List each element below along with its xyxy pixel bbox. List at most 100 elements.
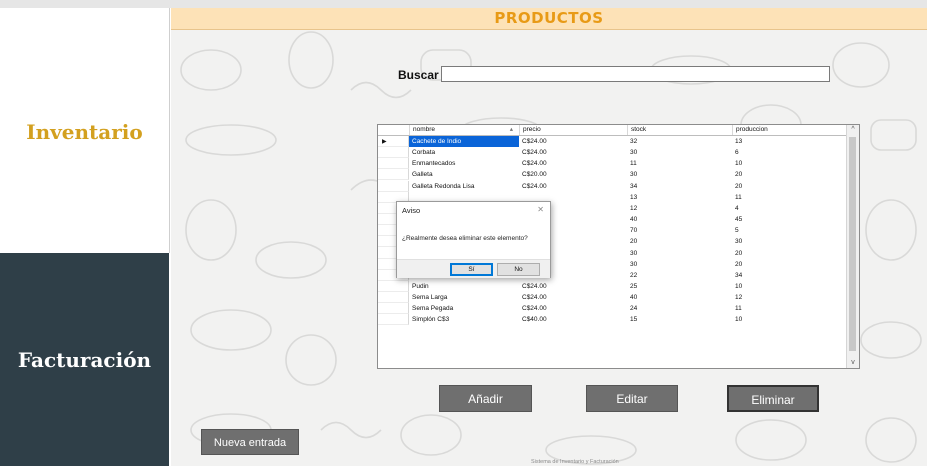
cell-precio[interactable]: C$40.00 (519, 314, 627, 325)
row-header[interactable] (378, 280, 409, 292)
row-header[interactable] (378, 169, 409, 181)
current-row-arrow-icon: ▶ (382, 139, 387, 145)
cell-nombre[interactable]: Galleta (409, 169, 519, 180)
cell-nombre[interactable]: Enmantecados (409, 158, 519, 169)
table-row[interactable]: Sema Pegada C$24.00 24 11 (378, 303, 846, 315)
cell-stock[interactable]: 34 (627, 181, 732, 192)
cell-stock[interactable]: 25 (627, 281, 732, 292)
cell-stock[interactable]: 40 (627, 214, 732, 225)
cell-produccion[interactable]: 20 (732, 181, 846, 192)
table-row[interactable]: Sema Larga C$24.00 40 12 (378, 292, 846, 304)
cell-precio[interactable]: C$24.00 (519, 136, 627, 147)
row-header[interactable] (378, 292, 409, 304)
delete-button[interactable]: Eliminar (727, 385, 819, 412)
cell-stock[interactable]: 11 (627, 158, 732, 169)
cell-nombre[interactable]: Simplón C$3 (409, 314, 519, 325)
table-row[interactable]: Galleta C$20.00 30 20 (378, 169, 846, 181)
scroll-down-icon[interactable]: v (847, 358, 859, 368)
cell-produccion[interactable]: 6 (732, 147, 846, 158)
cell-stock[interactable]: 24 (627, 303, 732, 314)
vertical-scrollbar[interactable]: ^ v (846, 125, 859, 368)
cell-precio[interactable]: C$24.00 (519, 281, 627, 292)
table-row[interactable]: Pudin C$24.00 25 10 (378, 280, 846, 292)
cell-nombre[interactable]: Corbata (409, 147, 519, 158)
cell-nombre[interactable]: Pudin (409, 281, 519, 292)
cell-produccion[interactable]: 30 (732, 236, 846, 247)
row-header[interactable] (378, 303, 409, 315)
table-row[interactable]: ▶ Cachete de Indio C$24.00 32 13 (378, 136, 846, 147)
cell-stock[interactable]: 15 (627, 314, 732, 325)
cell-stock[interactable]: 70 (627, 225, 732, 236)
row-header[interactable]: ▶ (378, 136, 409, 147)
close-icon[interactable]: ✕ (537, 205, 544, 214)
row-header[interactable] (378, 314, 409, 326)
cell-produccion[interactable]: 10 (732, 281, 846, 292)
search-input[interactable] (441, 66, 830, 82)
cell-produccion[interactable]: 13 (732, 136, 846, 147)
cell-precio[interactable]: C$24.00 (519, 147, 627, 158)
cell-produccion[interactable]: 11 (732, 192, 846, 203)
dialog-footer: Sí No (397, 259, 550, 278)
cell-stock[interactable]: 30 (627, 147, 732, 158)
sort-up-icon: ▴ (509, 126, 513, 133)
cell-produccion[interactable]: 20 (732, 259, 846, 270)
column-header-produccion[interactable]: produccion (732, 125, 846, 135)
cell-produccion[interactable]: 34 (732, 270, 846, 281)
cell-stock[interactable]: 20 (627, 236, 732, 247)
sidebar-item-inventario-label[interactable]: Inventario (0, 120, 169, 144)
row-header[interactable] (378, 158, 409, 170)
cell-precio[interactable]: C$24.00 (519, 181, 627, 192)
cell-produccion[interactable]: 12 (732, 292, 846, 303)
scrollbar-thumb[interactable] (849, 137, 856, 351)
table-header: nombre ▴ precio stock produccion (378, 125, 846, 136)
scroll-up-icon[interactable]: ^ (847, 125, 859, 135)
cell-stock[interactable]: 13 (627, 192, 732, 203)
table-row[interactable]: Corbata C$24.00 30 6 (378, 147, 846, 159)
column-header-precio[interactable]: precio (519, 125, 627, 135)
search-label: Buscar (398, 68, 439, 82)
no-button[interactable]: No (497, 263, 540, 276)
top-border (0, 0, 927, 8)
row-header[interactable] (378, 180, 409, 192)
cell-stock[interactable]: 30 (627, 248, 732, 259)
cell-produccion[interactable]: 10 (732, 314, 846, 325)
cell-stock[interactable]: 22 (627, 270, 732, 281)
cell-stock[interactable]: 30 (627, 259, 732, 270)
page-title: PRODUCTOS (494, 9, 604, 27)
cell-stock[interactable]: 40 (627, 292, 732, 303)
table-row[interactable]: Enmantecados C$24.00 11 10 (378, 158, 846, 170)
cell-produccion[interactable]: 5 (732, 225, 846, 236)
cell-precio[interactable]: C$24.00 (519, 292, 627, 303)
cell-precio[interactable]: C$24.00 (519, 158, 627, 169)
cell-produccion[interactable]: 45 (732, 214, 846, 225)
yes-button[interactable]: Sí (450, 263, 493, 276)
column-header-label: nombre (413, 126, 436, 133)
add-button[interactable]: Añadir (439, 385, 532, 412)
table-row[interactable]: Galleta Redonda Lisa C$24.00 34 20 (378, 180, 846, 192)
column-header-label: stock (631, 126, 647, 133)
cell-produccion[interactable]: 20 (732, 248, 846, 259)
column-header-stock[interactable]: stock (627, 125, 732, 135)
edit-button[interactable]: Editar (586, 385, 678, 412)
cell-precio[interactable]: C$24.00 (519, 303, 627, 314)
cell-stock[interactable]: 30 (627, 169, 732, 180)
cell-produccion[interactable]: 4 (732, 203, 846, 214)
new-entry-button[interactable]: Nueva entrada (201, 429, 299, 455)
cell-produccion[interactable]: 10 (732, 158, 846, 169)
row-header[interactable] (378, 147, 409, 159)
cell-stock[interactable]: 12 (627, 203, 732, 214)
cell-precio[interactable]: C$20.00 (519, 169, 627, 180)
cell-nombre[interactable]: Sema Pegada (409, 303, 519, 314)
title-bar: PRODUCTOS (171, 8, 927, 30)
cell-nombre[interactable]: Cachete de Indio (409, 136, 519, 147)
table-row[interactable]: Simplón C$3 C$40.00 15 10 (378, 314, 846, 326)
cell-nombre[interactable]: Galleta Redonda Lisa (409, 181, 519, 192)
sidebar-item-facturacion-label[interactable]: Facturación (0, 348, 169, 372)
cell-produccion[interactable]: 20 (732, 169, 846, 180)
dialog-message: ¿Realmente desea eliminar este elemento? (402, 235, 528, 242)
column-header-nombre[interactable]: nombre ▴ (409, 125, 519, 135)
column-header-label: precio (523, 126, 541, 133)
cell-produccion[interactable]: 11 (732, 303, 846, 314)
cell-stock[interactable]: 32 (627, 136, 732, 147)
cell-nombre[interactable]: Sema Larga (409, 292, 519, 303)
